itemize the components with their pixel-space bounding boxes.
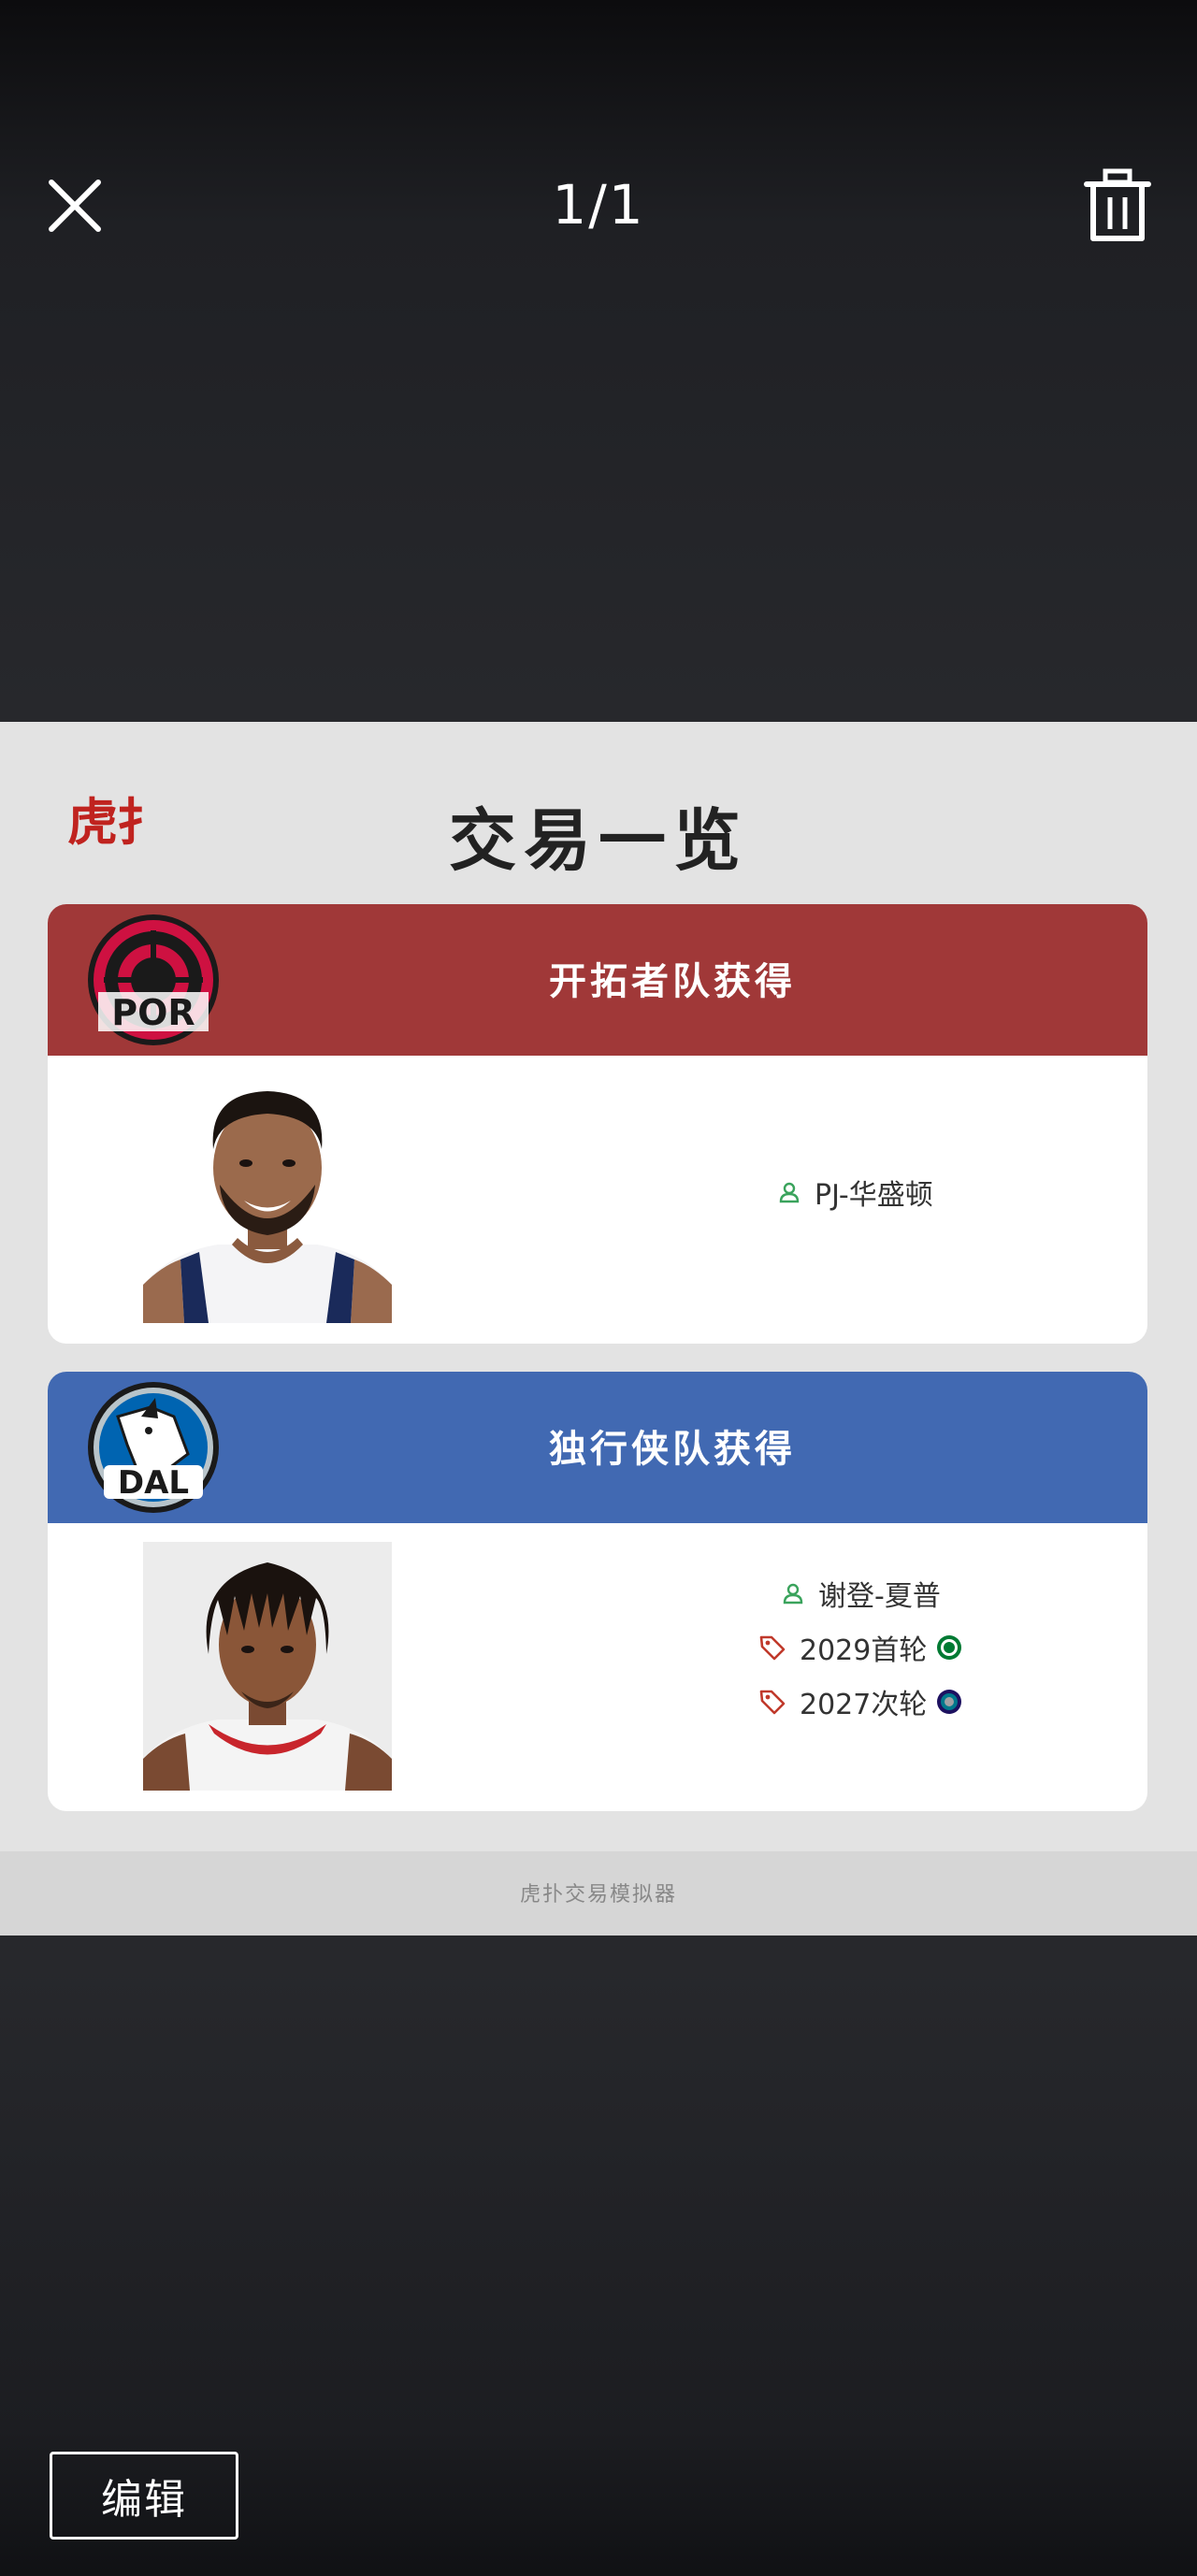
asset-label: PJ-华盛顿 <box>815 1179 933 1212</box>
team-card-por: POR 开拓者队获得 PJ-华盛顿 <box>48 904 1147 1344</box>
asset-label: 谢登-夏普 <box>818 1580 941 1613</box>
trade-overview-title: 交易一览 <box>448 801 748 880</box>
team-card-header: DAL 独行侠队获得 <box>48 1372 1147 1523</box>
team-card-header: POR 开拓者队获得 <box>48 904 1147 1056</box>
footer-text: 虎扑交易模拟器 <box>519 1883 677 1907</box>
asset-player: PJ-华盛顿 <box>777 1169 933 1216</box>
asset-player: 谢登-夏普 <box>781 1570 941 1617</box>
trade-summary-image: 虎扑 交易一览 POR 开拓者队获得 PJ-华盛顿 DAL 独行侠队获得 谢登-… <box>0 722 1197 1936</box>
player-headshot-image <box>143 1074 392 1323</box>
person-icon <box>779 1182 800 1203</box>
tag-icon <box>759 1635 786 1661</box>
person-icon <box>783 1583 803 1605</box>
asset-label: 2029首轮 <box>800 1634 928 1667</box>
player-headshot-image <box>143 1542 392 1791</box>
team-card-dal: DAL 独行侠队获得 谢登-夏普 2029首轮 2027次轮 <box>48 1372 1147 1811</box>
trash-icon <box>1084 168 1151 241</box>
asset-label: 2027次轮 <box>800 1689 928 1721</box>
team-card-title: 开拓者队获得 <box>549 960 796 1003</box>
edit-button[interactable]: 编辑 <box>50 2452 238 2540</box>
team-card-title: 独行侠队获得 <box>549 1428 796 1471</box>
celtics-logo-icon <box>937 1635 962 1660</box>
viewer-toolbar: 1/1 <box>0 140 1197 271</box>
player-photo <box>143 1542 392 1791</box>
hornets-logo-icon <box>937 1690 962 1714</box>
image-counter: 1/1 <box>552 173 645 237</box>
asset-pick: 2029首轮 <box>758 1624 962 1671</box>
panel-footer: 虎扑交易模拟器 <box>0 1851 1197 1936</box>
tag-icon <box>759 1690 786 1715</box>
asset-pick: 2027次轮 <box>758 1678 962 1725</box>
player-photo <box>143 1074 392 1323</box>
delete-button[interactable] <box>1075 164 1160 248</box>
